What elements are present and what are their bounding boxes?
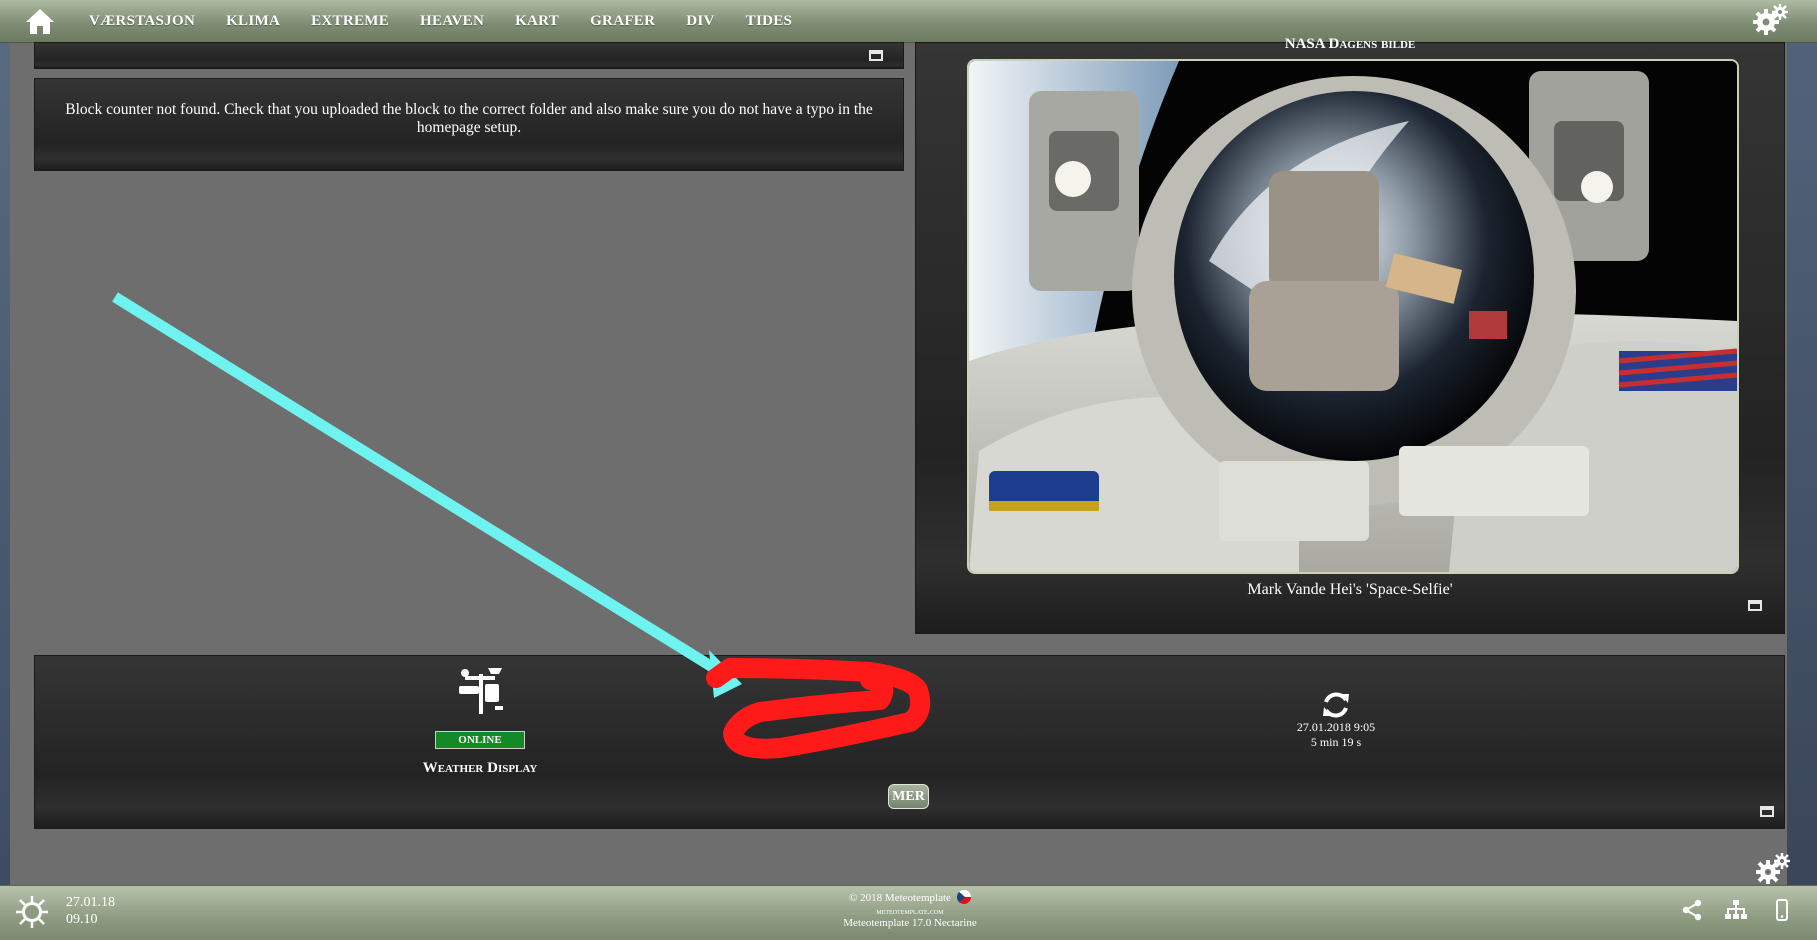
nasa-apod-panel: NASA Dagens bilde Mark Vande Hei's 'Spac… bbox=[915, 36, 1785, 634]
nav-item-div[interactable]: DIV bbox=[686, 0, 714, 42]
copyright-text: © 2018 Meteotemplate bbox=[849, 892, 951, 904]
nav-item-heaven[interactable]: HEAVEN bbox=[420, 0, 484, 42]
footer-date: 27.01.18 bbox=[66, 895, 115, 910]
station-status-panel: ONLINE Weather Display 27.01.2018 9:05 5… bbox=[34, 655, 1785, 829]
nav-item-klima[interactable]: KLIMA bbox=[226, 0, 280, 42]
nasa-panel-title: NASA Dagens bilde bbox=[1284, 36, 1416, 52]
refresh-icon bbox=[1323, 692, 1349, 718]
nav-item-vaerstasjon[interactable]: VÆRSTASJON bbox=[89, 0, 195, 42]
online-status-badge: ONLINE bbox=[435, 731, 525, 749]
nav-menu: VÆRSTASJON KLIMA EXTREME HEAVEN KART GRA… bbox=[89, 0, 823, 42]
nasa-apod-caption: Mark Vande Hei's 'Space-Selfie' bbox=[1247, 581, 1453, 598]
home-icon[interactable] bbox=[24, 6, 56, 36]
czech-flag-icon bbox=[956, 890, 971, 904]
window-edge-right bbox=[1787, 0, 1817, 939]
block-panel-top bbox=[34, 42, 904, 69]
mobile-icon[interactable] bbox=[1770, 898, 1794, 922]
gears-icon[interactable] bbox=[1752, 2, 1790, 40]
meteotemplate-logo-icon[interactable] bbox=[14, 894, 50, 930]
minimize-icon[interactable] bbox=[869, 50, 883, 61]
version-text: Meteotemplate 17.0 Nectarine bbox=[843, 917, 977, 929]
share-icon[interactable] bbox=[1680, 898, 1704, 922]
nav-item-tides[interactable]: TIDES bbox=[746, 0, 793, 42]
footer-time: 09.10 bbox=[66, 912, 98, 927]
footer-bar: 27.01.18 09.10 © 2018 Meteotemplate mete… bbox=[0, 885, 1817, 940]
block-error-panel: Block counter not found. Check that you … bbox=[34, 78, 904, 171]
station-software-label: Weather Display bbox=[422, 760, 538, 776]
sitemap-icon[interactable] bbox=[1724, 898, 1748, 922]
more-button[interactable]: MER bbox=[888, 784, 929, 809]
annotation-arrow-shaft bbox=[112, 292, 733, 683]
footer-datetime: 27.01.18 09.10 bbox=[66, 894, 115, 928]
footer-credits: © 2018 Meteotemplate meteotemplate.com M… bbox=[760, 890, 1060, 930]
nav-item-extreme[interactable]: EXTREME bbox=[311, 0, 389, 42]
last-update-ago: 5 min 19 s bbox=[1310, 735, 1362, 749]
weather-station-icon bbox=[459, 668, 503, 714]
nav-item-kart[interactable]: KART bbox=[515, 0, 559, 42]
minimize-icon[interactable] bbox=[1748, 600, 1762, 611]
last-update-info: 27.01.2018 9:05 5 min 19 s bbox=[1251, 720, 1421, 750]
block-error-message: Block counter not found. Check that you … bbox=[65, 101, 873, 136]
last-update-datetime: 27.01.2018 9:05 bbox=[1296, 720, 1376, 734]
minimize-icon[interactable] bbox=[1760, 806, 1774, 817]
gears-icon[interactable] bbox=[1754, 850, 1792, 888]
site-link[interactable]: meteotemplate.com bbox=[760, 905, 1060, 917]
window-edge-left bbox=[0, 0, 10, 939]
nav-item-grafer[interactable]: GRAFER bbox=[590, 0, 655, 42]
nasa-apod-image[interactable] bbox=[967, 59, 1739, 574]
